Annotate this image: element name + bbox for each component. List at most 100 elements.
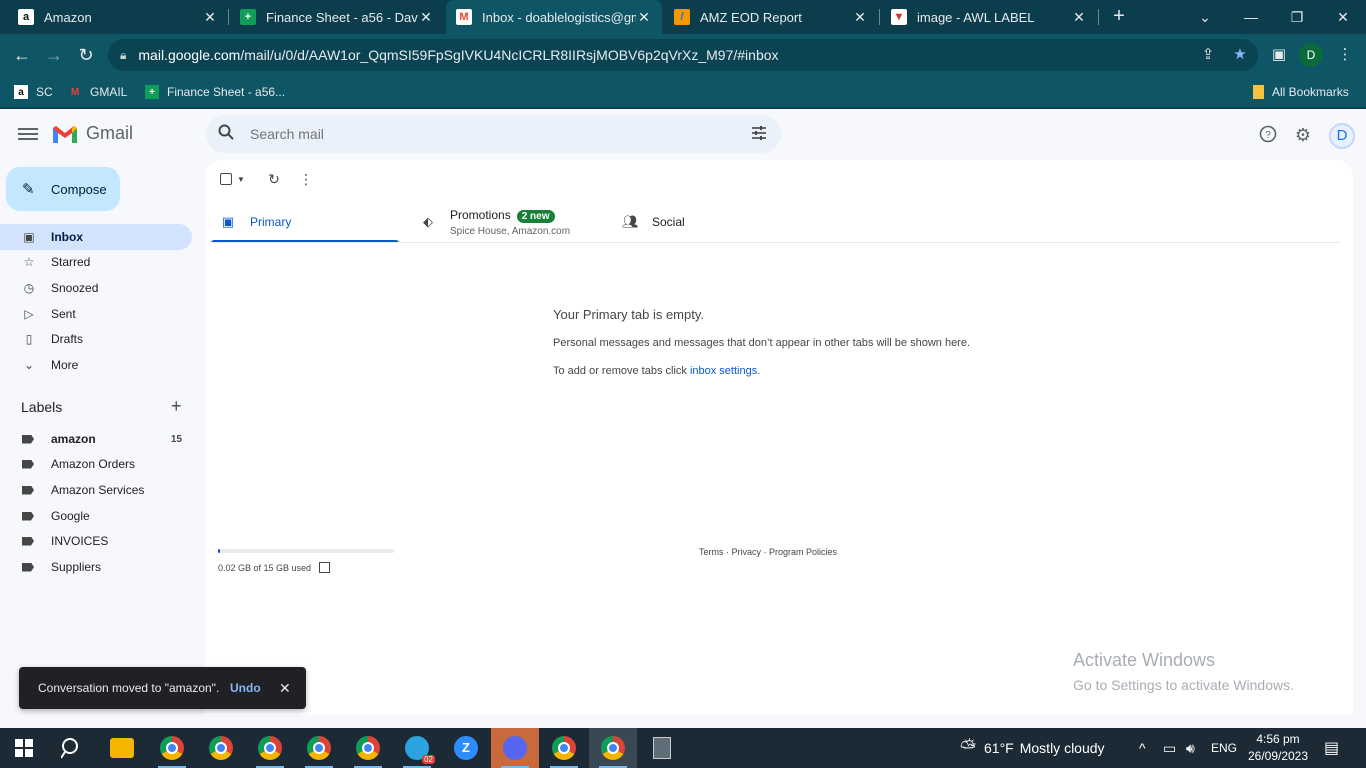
close-icon[interactable]: ✕: [418, 9, 434, 26]
settings-gear-icon[interactable]: ⚙: [1293, 125, 1313, 145]
chevron-down-icon: ⌄: [23, 358, 35, 372]
help-icon[interactable]: ?: [1258, 125, 1278, 145]
close-icon[interactable]: ✕: [636, 9, 652, 26]
privacy-link[interactable]: Privacy: [732, 547, 762, 557]
bookmark-gmail[interactable]: M GMAIL: [68, 82, 128, 102]
select-dropdown[interactable]: ▼: [220, 173, 245, 185]
browser-profile-avatar[interactable]: D: [1299, 43, 1323, 67]
chrome-profile-b-icon[interactable]: [148, 728, 196, 768]
open-external-icon[interactable]: [319, 562, 331, 573]
start-button[interactable]: [0, 728, 48, 768]
add-label-icon[interactable]: +: [171, 396, 182, 417]
side-panel-icon[interactable]: ▣: [1267, 43, 1291, 67]
bookmark-finance-sheet[interactable]: + Finance Sheet - a56...: [145, 82, 285, 102]
refresh-icon[interactable]: ↻: [266, 171, 282, 187]
tab-promotions[interactable]: ⬖ Promotions 2 new Spice House, Amazon.co…: [420, 202, 570, 242]
account-avatar[interactable]: D: [1329, 123, 1355, 149]
nav-item-sent[interactable]: ▷ Sent: [0, 301, 192, 327]
gmail-favicon: M: [456, 9, 472, 25]
tab-promotions-label: Promotions: [450, 207, 511, 222]
browser-tab-amz-eod-report[interactable]: / AMZ EOD Report ✕: [664, 0, 878, 34]
chrome-profile-2-icon[interactable]: [540, 728, 588, 768]
tab-search-icon[interactable]: ⌄: [1182, 0, 1228, 34]
chrome-profile-c-icon[interactable]: [295, 728, 343, 768]
chrome-icon[interactable]: [197, 728, 245, 768]
label-count: 15: [170, 433, 182, 445]
calculator-icon[interactable]: [638, 728, 686, 768]
close-icon[interactable]: ✕: [852, 9, 868, 26]
label-name: Amazon Services: [51, 483, 145, 497]
file-explorer-icon[interactable]: [98, 728, 146, 768]
nav-item-starred[interactable]: ☆ Starred: [0, 249, 192, 275]
label-amazon[interactable]: amazon 15: [0, 427, 192, 451]
weather-widget[interactable]: ⛅︎ 61°F Mostly cloudy: [960, 728, 1105, 768]
activation-title: Activate Windows: [1073, 650, 1216, 670]
discord-icon[interactable]: [491, 728, 539, 768]
tab-primary[interactable]: ▣ Primary: [220, 202, 292, 242]
close-icon[interactable]: ✕: [1071, 9, 1087, 26]
nav-item-drafts[interactable]: ▯ Drafts: [0, 326, 192, 352]
nav-item-inbox[interactable]: ▣ Inbox: [0, 224, 192, 250]
label-tag-icon: [22, 511, 34, 521]
bookmarks-bar: a SC M GMAIL + Finance Sheet - a56... Al…: [0, 76, 1366, 108]
new-count-badge: 2 new: [516, 209, 555, 223]
program-policies-link[interactable]: Program Policies: [769, 547, 837, 557]
reload-icon[interactable]: ↻: [74, 43, 98, 67]
browser-tab-awl-label[interactable]: ▼ image - AWL LABEL ✕: [881, 0, 1097, 34]
nav-item-snoozed[interactable]: ◷ Snoozed: [0, 275, 192, 301]
label-suppliers[interactable]: Suppliers: [0, 555, 192, 579]
forward-icon[interactable]: →: [42, 43, 66, 67]
new-tab-button[interactable]: +: [1108, 5, 1130, 27]
minimize-button[interactable]: —: [1228, 0, 1274, 34]
network-icon[interactable]: ▭: [1163, 728, 1176, 768]
language-indicator[interactable]: ENG: [1211, 728, 1237, 768]
tab-social[interactable]: 👥︎ Social: [622, 202, 685, 242]
main-menu-icon[interactable]: [18, 125, 38, 143]
share-icon[interactable]: ⇪: [1196, 43, 1220, 67]
browser-tab-inbox[interactable]: M Inbox - doablelogistics@gm ✕: [446, 0, 662, 34]
terms-link[interactable]: Terms: [699, 547, 724, 557]
bookmark-sc[interactable]: a SC: [14, 82, 53, 102]
label-invoices[interactable]: INVOICES: [0, 529, 192, 553]
caret-down-icon[interactable]: ▼: [237, 175, 245, 184]
address-bar[interactable]: 🔒︎ mail.google.com/mail/u/0/d/AAW1or_Qqm…: [108, 39, 1258, 71]
close-window-button[interactable]: ✕: [1320, 0, 1366, 34]
system-clock[interactable]: 4:56 pm 26/09/2023: [1240, 731, 1316, 765]
label-google[interactable]: Google: [0, 504, 192, 528]
notifications-icon[interactable]: ▤: [1324, 728, 1339, 768]
search-icon[interactable]: [48, 728, 96, 768]
close-icon[interactable]: ✕: [202, 9, 218, 26]
inbox-settings-link[interactable]: inbox settings: [690, 365, 757, 377]
tab-social-label: Social: [652, 215, 685, 229]
search-bar[interactable]: [206, 115, 781, 153]
compose-button[interactable]: ✎ Compose: [6, 167, 120, 211]
unread-badge: 02: [422, 755, 435, 764]
telegram-icon[interactable]: 02: [393, 728, 441, 768]
clock-date: 26/09/2023: [1247, 749, 1309, 763]
label-amazon-orders[interactable]: Amazon Orders: [0, 452, 192, 476]
chrome-profile-s-icon[interactable]: [344, 728, 392, 768]
back-icon[interactable]: ←: [10, 43, 34, 67]
chrome-profile-d-icon[interactable]: [589, 728, 637, 768]
more-options-icon[interactable]: ⋮: [298, 171, 314, 187]
restore-button[interactable]: ❐: [1274, 0, 1320, 34]
chrome-profile-m-icon[interactable]: [246, 728, 294, 768]
label-name: Google: [51, 509, 90, 523]
search-icon[interactable]: [218, 124, 240, 145]
show-hidden-icons[interactable]: ^: [1139, 728, 1146, 768]
all-bookmarks[interactable]: All Bookmarks: [1253, 82, 1349, 102]
select-all-checkbox[interactable]: [220, 173, 232, 185]
undo-button[interactable]: Undo: [230, 681, 261, 695]
search-options-icon[interactable]: [751, 125, 767, 141]
zoom-icon[interactable]: Z: [442, 728, 490, 768]
nav-item-more[interactable]: ⌄ More: [0, 352, 192, 378]
search-input[interactable]: [250, 126, 730, 142]
browser-menu-icon[interactable]: ⋮: [1333, 43, 1357, 67]
gmail-logo[interactable]: Gmail: [52, 123, 133, 144]
volume-icon[interactable]: 🔊︎: [1186, 728, 1195, 768]
close-icon[interactable]: ✕: [279, 680, 291, 697]
bookmark-star-icon[interactable]: ★: [1228, 43, 1252, 67]
label-amazon-services[interactable]: Amazon Services: [0, 478, 192, 502]
browser-tab-amazon[interactable]: a Amazon ✕: [8, 0, 228, 34]
browser-tab-finance-sheet[interactable]: + Finance Sheet - a56 - David ✕: [230, 0, 444, 34]
